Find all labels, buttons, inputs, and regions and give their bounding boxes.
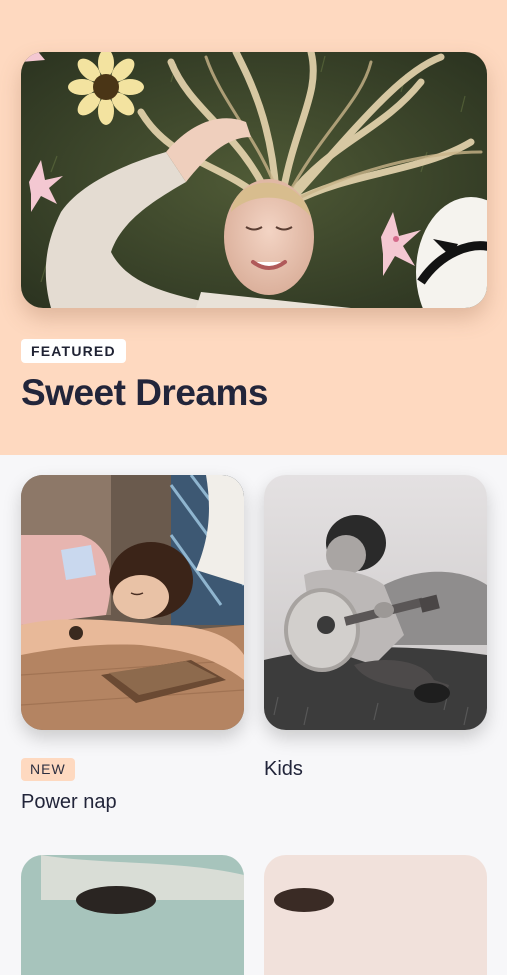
power-nap-label[interactable]: Power nap (21, 791, 117, 814)
new-badge: NEW (21, 758, 75, 781)
featured-image-card[interactable] (21, 52, 487, 308)
featured-section: FEATURED Sweet Dreams (0, 0, 507, 455)
kids-label[interactable]: Kids (264, 758, 303, 781)
power-nap-card[interactable] (21, 475, 244, 730)
featured-title[interactable]: Sweet Dreams (21, 372, 268, 414)
featured-badge: FEATURED (21, 339, 126, 363)
tile-card[interactable] (264, 855, 487, 975)
tile-photo (21, 855, 244, 975)
power-nap-photo (21, 475, 244, 730)
tile-photo (264, 855, 487, 975)
featured-photo (21, 52, 487, 308)
tile-card[interactable] (21, 855, 244, 975)
kids-photo (264, 475, 487, 730)
kids-card[interactable] (264, 475, 487, 730)
